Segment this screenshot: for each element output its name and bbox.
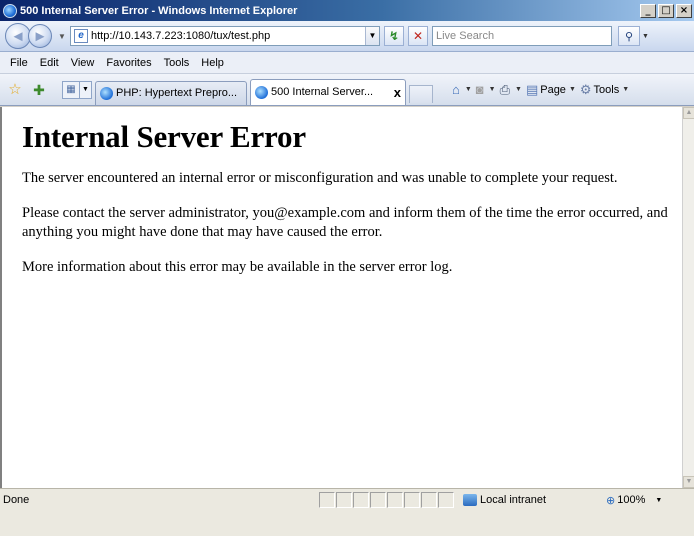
search-icon: ⚲ [624,30,634,43]
quick-tabs-button[interactable]: ▦ [62,80,80,99]
internet-explorer-icon [255,85,268,99]
forward-button[interactable]: ► [28,24,52,48]
status-text: Done [3,494,30,506]
menu-favorites[interactable]: Favorites [100,57,157,69]
contact-paragraph: Please contact the server administrator,… [22,205,668,240]
title-bar: 500 Internal Server Error - Windows Inte… [0,0,694,21]
feeds-button[interactable]: ◙ ▼ [475,82,497,97]
page-menu-label: Page [540,83,566,96]
page-icon: e [74,29,88,43]
home-button[interactable]: ⌂ ▼ [451,82,473,97]
refresh-button[interactable]: ↯ [384,26,404,46]
vertical-scrollbar[interactable]: ▲ ▼ [682,107,694,488]
menu-edit[interactable]: Edit [34,57,65,69]
address-dropdown[interactable]: ▼ [365,27,379,45]
tools-menu-label: Tools [593,83,620,96]
gear-icon: ⚙ [579,81,592,97]
close-button[interactable]: × [676,3,692,18]
page-content: Internal Server Error The server encount… [0,107,682,488]
forward-arrow-icon: ► [32,27,48,45]
feeds-icon: ◙ [475,82,484,97]
internet-explorer-icon [100,86,113,100]
search-input[interactable]: Live Search [432,26,612,46]
status-pane [438,492,454,508]
menu-view[interactable]: View [65,57,101,69]
search-options-dropdown[interactable]: ▼ [642,33,650,40]
print-icon: ⎙ [499,81,510,97]
status-pane [319,492,335,508]
status-pane [404,492,420,508]
zoom-icon: ⊕ [606,494,616,507]
search-button[interactable]: ⚲ [618,26,640,46]
status-pane [336,492,352,508]
zoom-dropdown[interactable]: ▼ [655,497,662,504]
zoom-level: 100% [617,494,646,506]
minimize-button[interactable]: _ [640,3,656,18]
status-bar: Done Local intranet ⊕ 100% ▼ [0,488,694,536]
close-tab-icon[interactable]: x [394,85,401,100]
log-paragraph: More information about this error may be… [22,259,453,275]
security-zone[interactable]: Local intranet [460,492,598,509]
internet-explorer-icon [3,3,17,18]
new-tab-button[interactable] [409,84,433,103]
back-arrow-icon: ◄ [10,27,26,45]
print-button[interactable]: ⎙ ▼ [499,82,523,98]
tab-label: 500 Internal Server... [271,86,374,98]
menu-help[interactable]: Help [195,57,230,69]
home-icon: ⌂ [452,82,460,97]
scroll-down-arrow-icon[interactable]: ▼ [683,476,694,488]
stop-icon: ✕ [412,29,424,43]
error-paragraph: The server encountered an internal error… [22,170,618,186]
status-pane [421,492,437,508]
status-pane [370,492,386,508]
status-pane [387,492,403,508]
tools-menu[interactable]: ⚙ Tools ▼ [579,82,630,98]
local-intranet-icon [463,494,477,506]
zoom-control[interactable]: ⊕ 100% ▼ [606,494,662,507]
security-zone-label: Local intranet [480,494,547,506]
tab-label: PHP: Hypertext Prepro... [116,87,238,99]
tab-list-dropdown[interactable]: ▼ [80,80,92,99]
refresh-icon: ↯ [388,29,400,43]
page-title: Internal Server Error [22,119,306,154]
stop-button[interactable]: ✕ [408,26,428,46]
menu-tools[interactable]: Tools [158,57,196,69]
recent-pages-dropdown[interactable]: ▼ [56,32,68,41]
page-menu[interactable]: ▤ Page ▼ [525,82,577,98]
window-title: 500 Internal Server Error - Windows Inte… [20,4,298,17]
tab-php[interactable]: PHP: Hypertext Prepro... [95,80,247,105]
add-favorites-icon[interactable]: ✚ [30,81,48,99]
status-pane [353,492,369,508]
maximize-button[interactable]: □ [658,3,674,18]
menu-bar: File Edit View Favorites Tools Help [0,52,694,74]
command-bar: ⌂ ▼ ◙ ▼ ⎙ ▼ ▤ Page ▼ ⚙ Tools ▼ [451,82,630,98]
page-icon: ▤ [525,81,539,97]
tab-500-error[interactable]: 500 Internal Server... x [250,78,406,105]
address-toolbar: ◄ ► ▼ e http://10.143.7.223:1080/tux/tes… [0,21,694,52]
scroll-up-arrow-icon[interactable]: ▲ [683,107,694,119]
star-icon[interactable]: ☆ [6,81,24,99]
tab-toolbar: ☆ ✚ ▦ ▼ PHP: Hypertext Prepro... 500 Int… [0,74,694,106]
menu-file[interactable]: File [4,57,34,69]
window-controls: _ □ × [640,3,692,18]
address-bar[interactable]: e http://10.143.7.223:1080/tux/test.php … [70,26,380,46]
address-input[interactable]: http://10.143.7.223:1080/tux/test.php [91,30,365,42]
search-placeholder: Live Search [436,30,495,42]
